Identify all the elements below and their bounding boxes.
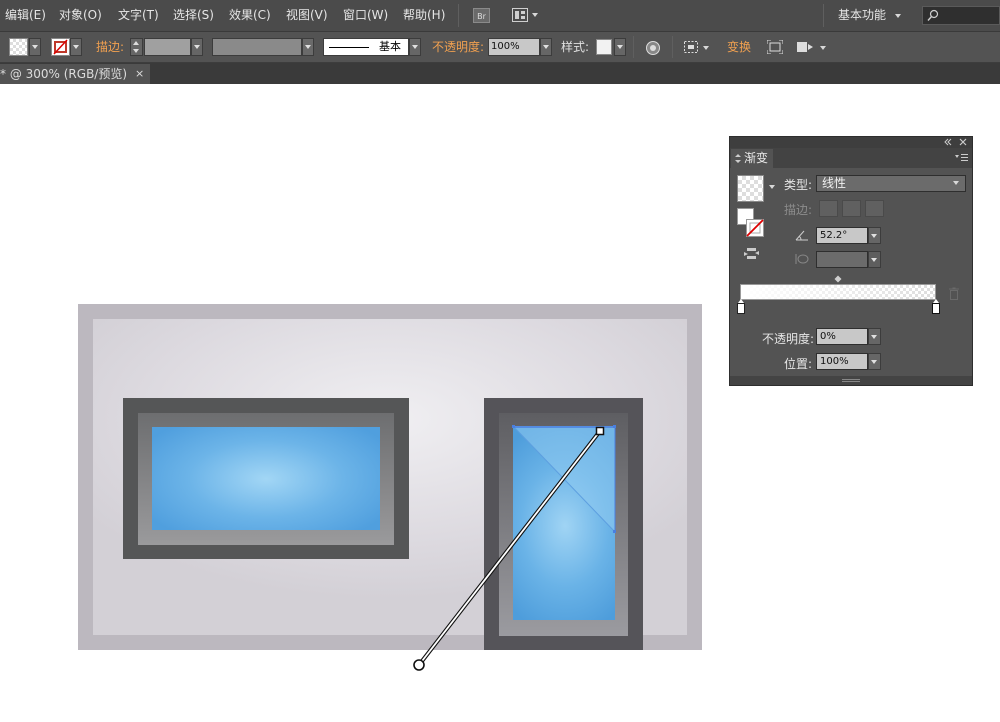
graphic-style-dropdown[interactable]: [614, 38, 626, 56]
chevron-down-icon[interactable]: [820, 46, 826, 50]
opacity-field[interactable]: 100%: [488, 38, 540, 56]
panel-menu-icon[interactable]: [955, 153, 969, 163]
menu-object[interactable]: 对象(O): [59, 0, 102, 31]
style-label: 样式:: [561, 40, 590, 54]
menu-view[interactable]: 视图(V): [286, 0, 328, 31]
gradient-type-select[interactable]: 线性: [816, 175, 966, 192]
opacity-label[interactable]: 不透明度:: [432, 32, 484, 62]
angle-field[interactable]: 52.2°: [816, 227, 868, 244]
stop-position-value: 100%: [820, 356, 849, 367]
type-label: 类型:: [784, 178, 813, 192]
gradient-slider[interactable]: [740, 284, 936, 300]
stop-position-field[interactable]: 100%: [816, 353, 868, 370]
variable-width-field[interactable]: [212, 38, 302, 56]
search-icon: [927, 9, 939, 21]
gradient-end-handle[interactable]: [595, 426, 605, 436]
stroke-label[interactable]: 描边:: [96, 32, 124, 62]
gradient-origin-handle[interactable]: [412, 658, 426, 672]
stroke-dropdown[interactable]: [70, 38, 82, 56]
gradient-thumbnail[interactable]: [737, 175, 764, 202]
resize-grip-icon[interactable]: [842, 379, 860, 382]
angle-icon: [795, 230, 808, 241]
chevron-down-icon[interactable]: [769, 185, 775, 189]
menu-type[interactable]: 文字(T): [118, 0, 159, 31]
search-input[interactable]: [922, 6, 1000, 25]
reverse-gradient-icon[interactable]: [743, 247, 761, 261]
bridge-button[interactable]: Br: [473, 8, 490, 23]
transform-label[interactable]: 变换: [727, 32, 751, 62]
graphic-style-swatch[interactable]: [596, 39, 612, 55]
aspect-ratio-dropdown[interactable]: [868, 251, 881, 268]
toolbar-separator: [672, 36, 673, 58]
menu-select[interactable]: 选择(S): [173, 0, 214, 31]
gradient-stop-left[interactable]: [737, 299, 745, 314]
stop-opacity-field[interactable]: 0%: [816, 328, 868, 345]
variable-width-dropdown[interactable]: [302, 38, 314, 56]
document-tab-bar: [0, 63, 1000, 84]
stop-position-dropdown[interactable]: [868, 353, 881, 370]
menu-separator: [458, 4, 459, 27]
isolate-selection-icon[interactable]: [767, 40, 783, 54]
stop-opacity-dropdown[interactable]: [868, 328, 881, 345]
midpoint-diamond-icon[interactable]: [834, 275, 842, 283]
position-label: 位置:: [784, 357, 813, 371]
stroke-weight-field[interactable]: [144, 38, 191, 56]
stroke-weight-dropdown[interactable]: [191, 38, 203, 56]
gradient-type-value: 线性: [822, 176, 847, 190]
aspect-ratio-icon: [795, 254, 809, 264]
angle-dropdown[interactable]: [868, 227, 881, 244]
document-tab-title: * @ 300% (RGB/预览): [0, 67, 128, 81]
stroke-weight-stepper[interactable]: [130, 38, 143, 56]
chevron-down-icon[interactable]: [532, 13, 538, 17]
arrange-documents-icon[interactable]: [512, 8, 528, 22]
brush-definition-dropdown[interactable]: [409, 38, 421, 56]
stroke-gradient-along-button[interactable]: [842, 200, 861, 217]
fill-dropdown[interactable]: [29, 38, 41, 56]
panel-expand-icon[interactable]: [734, 153, 742, 164]
stroke-swatch[interactable]: [51, 38, 70, 56]
trash-icon[interactable]: [948, 287, 960, 300]
aspect-ratio-field[interactable]: [816, 251, 868, 268]
stroke-gradient-across-button[interactable]: [865, 200, 884, 217]
brush-style-label: 基本: [379, 40, 401, 53]
toolbar-separator: [633, 36, 634, 58]
stroke-label: 描边:: [784, 203, 813, 217]
menu-window[interactable]: 窗口(W): [343, 0, 388, 31]
collapse-panel-icon[interactable]: [943, 138, 953, 146]
align-to-selection-icon[interactable]: [683, 40, 699, 54]
none-stroke-icon: [53, 39, 68, 55]
stop-opacity-value: 0%: [820, 331, 836, 342]
chevron-down-icon[interactable]: [895, 14, 901, 18]
window-right-glass[interactable]: [513, 426, 615, 620]
window-left-glass[interactable]: [152, 427, 380, 530]
angle-value: 52.2°: [820, 230, 848, 241]
close-icon[interactable]: [959, 138, 968, 146]
brush-definition-field[interactable]: 基本: [323, 38, 409, 56]
opacity-dropdown[interactable]: [540, 38, 552, 56]
close-icon[interactable]: ×: [135, 64, 144, 84]
gradient-panel-title: 渐变: [744, 151, 769, 165]
stroke-gradient-within-button[interactable]: [819, 200, 838, 217]
panel-title-bar[interactable]: [730, 137, 972, 148]
workspace-switcher[interactable]: 基本功能: [838, 0, 886, 31]
recolor-artwork-icon[interactable]: [645, 40, 661, 56]
chevron-down-icon[interactable]: [703, 46, 709, 50]
menu-separator: [823, 4, 824, 27]
menu-effect[interactable]: 效果(C): [229, 0, 271, 31]
panel-options-icon[interactable]: [796, 40, 814, 54]
menu-help[interactable]: 帮助(H): [403, 0, 445, 31]
fill-swatch[interactable]: [9, 38, 28, 56]
menu-edit[interactable]: 编辑(E): [5, 0, 46, 31]
chevron-down-icon: [953, 181, 959, 185]
stroke-indicator-icon[interactable]: [745, 218, 765, 238]
gradient-stop-right[interactable]: [932, 299, 940, 314]
opacity-label: 不透明度:: [762, 332, 815, 346]
